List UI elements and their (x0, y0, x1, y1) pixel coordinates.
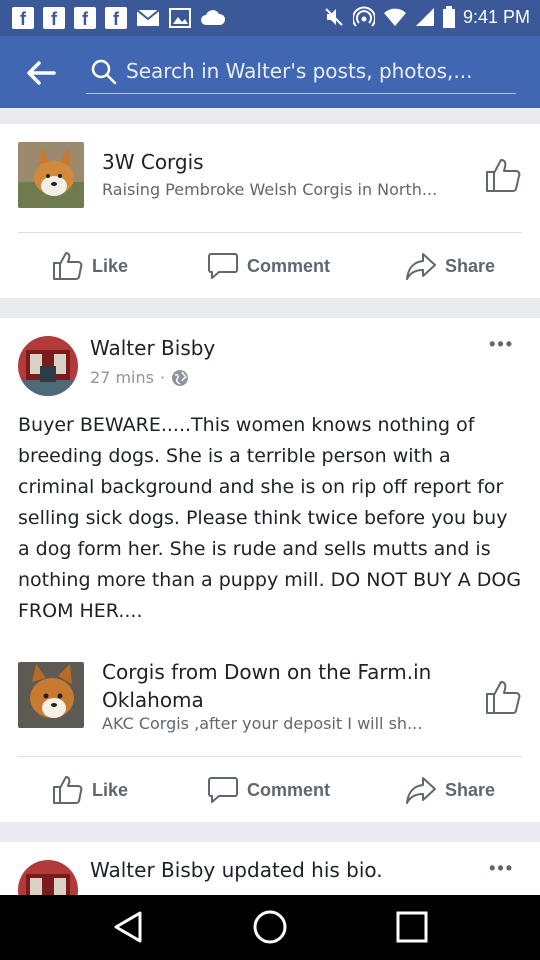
comment-icon (208, 253, 238, 279)
share-icon (406, 777, 436, 804)
post-time[interactable]: 27 mins (90, 368, 154, 387)
more-options-icon[interactable]: ••• (489, 334, 514, 355)
corgi-photo (18, 662, 84, 728)
like-button[interactable]: Like (52, 236, 128, 296)
mute-icon (325, 8, 343, 26)
status-time: 9:41 PM (462, 6, 530, 27)
notification-icons: f f f f (12, 7, 226, 29)
post-author[interactable]: Walter Bisby (90, 336, 215, 360)
search-icon (91, 59, 117, 85)
comment-button[interactable]: Comment (207, 760, 330, 820)
mail-icon (136, 9, 160, 26)
like-icon (53, 776, 83, 804)
like-label: Like (92, 255, 129, 276)
like-icon (53, 252, 83, 280)
avatar[interactable] (18, 336, 78, 396)
system-status: 9:41 PM (323, 6, 530, 28)
like-button[interactable]: Like (52, 760, 128, 820)
cloud-icon (201, 10, 226, 25)
photo-icon (169, 8, 191, 28)
post-author-line[interactable]: Walter Bisby updated his bio. (90, 858, 383, 882)
back-arrow-icon[interactable] (24, 56, 58, 90)
meta-separator: · (159, 368, 166, 387)
like-label: Like (92, 779, 129, 800)
profile-photo (18, 860, 78, 895)
globe-icon (172, 369, 189, 386)
avatar[interactable] (18, 860, 78, 895)
post-meta: 27 mins · (90, 368, 189, 387)
search-box[interactable] (86, 52, 516, 94)
share-button[interactable]: Share (405, 236, 495, 296)
status-bar: f f f f 9:41 PM (0, 0, 540, 36)
post-actions: Like Comment Share (0, 236, 540, 296)
page-like-icon[interactable] (484, 678, 522, 716)
shared-page-title[interactable]: Corgis from Down on the Farm.in Oklahoma (102, 658, 472, 714)
facebook-notification-icon: f (74, 7, 96, 29)
shared-page-link[interactable]: Corgis from Down on the Farm.in Oklahoma… (18, 660, 522, 733)
back-nav-icon[interactable] (110, 909, 146, 945)
post-card: Walter Bisby 27 mins · ••• Buyer BEWARE.… (0, 318, 540, 822)
profile-photo (18, 336, 78, 396)
facebook-notification-icon: f (105, 7, 127, 29)
facebook-notification-icon: f (12, 7, 34, 29)
shared-page-link[interactable]: 3W Corgis Raising Pembroke Welsh Corgis … (18, 142, 522, 208)
more-options-icon[interactable]: ••• (489, 858, 514, 879)
post-actions: Like Comment Share (0, 760, 540, 820)
corgi-photo (18, 142, 84, 208)
shared-page-title[interactable]: 3W Corgis (102, 148, 472, 176)
page-thumbnail[interactable] (18, 142, 84, 208)
divider (18, 232, 522, 233)
share-label: Share (445, 255, 496, 276)
page-like-icon[interactable] (484, 156, 522, 194)
search-input[interactable] (126, 54, 516, 88)
shared-page-description: AKC Corgis ,after your deposit I will sh… (102, 714, 423, 733)
post-card: 3W Corgis Raising Pembroke Welsh Corgis … (0, 124, 540, 298)
facebook-notification-icon: f (43, 7, 65, 29)
post-text: Buyer BEWARE.....This women knows nothin… (18, 414, 522, 622)
signal-icon (415, 8, 434, 26)
divider (18, 756, 522, 757)
wifi-icon (383, 8, 406, 26)
navigation-bar (0, 895, 540, 960)
comment-label: Comment (247, 255, 331, 276)
comment-icon (208, 777, 238, 803)
home-nav-icon[interactable] (251, 908, 289, 946)
comment-button[interactable]: Comment (207, 236, 330, 296)
shared-page-description: Raising Pembroke Welsh Corgis in North..… (102, 180, 438, 199)
recents-nav-icon[interactable] (394, 909, 430, 945)
battery-icon (442, 6, 455, 28)
page-thumbnail[interactable] (18, 662, 84, 728)
app-bar (0, 36, 540, 108)
share-icon (406, 253, 436, 280)
hotspot-icon (352, 6, 375, 27)
share-button[interactable]: Share (405, 760, 495, 820)
comment-label: Comment (247, 779, 331, 800)
post-card: Walter Bisby updated his bio. ••• (0, 842, 540, 895)
share-label: Share (445, 779, 496, 800)
